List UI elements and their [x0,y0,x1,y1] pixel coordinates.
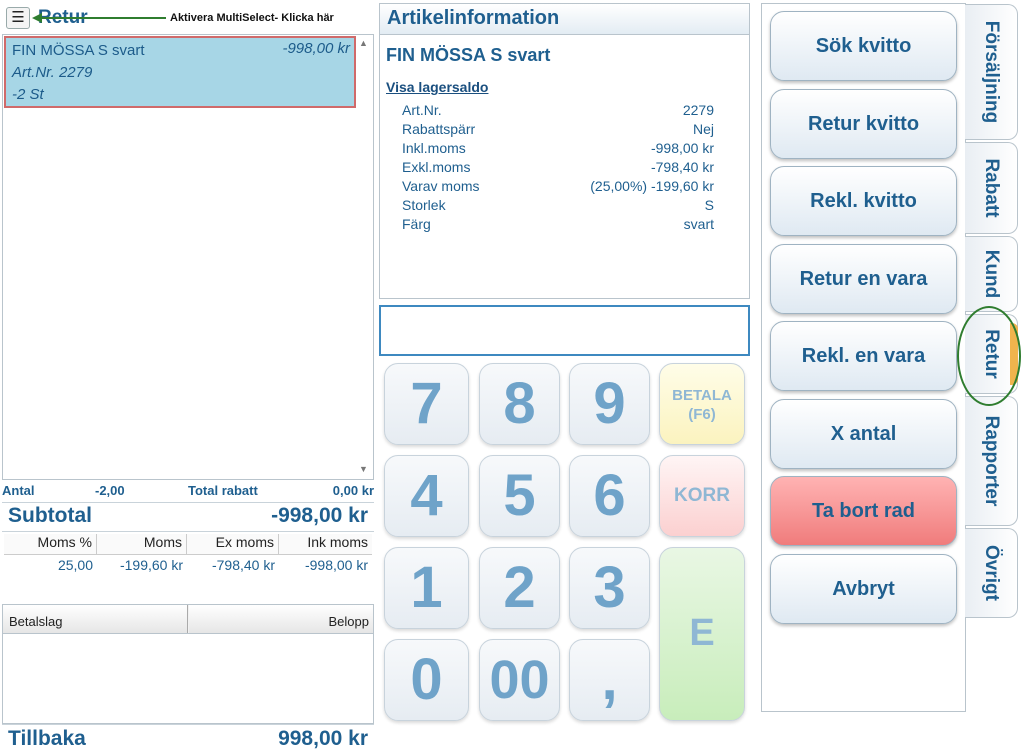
info-row: Inkl.moms -998,00 kr [402,140,714,159]
vat-header: Ink moms [279,534,372,555]
stock-link[interactable]: Visa lagersaldo [386,79,488,95]
info-row: Storlek S [402,197,714,216]
x-quantity-button[interactable]: X antal [770,399,957,469]
tab-reports[interactable]: Rapporter [965,396,1018,526]
info-row: Färg svart [402,216,714,235]
vat-table: Moms % Moms Ex moms Ink moms 25,00 -199,… [4,532,372,602]
change-row: Tillbaka 998,00 kr [2,724,374,756]
info-key: Färg [402,216,431,232]
cart-item-name: FIN MÖSSA S svart [12,42,145,59]
payment-type-header[interactable]: Betalslag [3,605,188,633]
cart-item-price: -998,00 kr [282,40,350,57]
list-icon: ☰ [11,9,25,26]
key-9[interactable]: 9 [569,363,650,445]
change-value: 998,00 kr [278,727,368,750]
info-row: Rabattspärr Nej [402,121,714,140]
tab-label: Försäljning [981,20,1002,124]
scroll-down-icon[interactable]: ▼ [359,464,368,474]
cart-scrollbar[interactable]: ▲ ▼ [357,36,372,478]
article-name: FIN MÖSSA S svart [386,45,551,65]
subtotal-label: Subtotal [8,504,92,527]
info-value: -998,00 kr [650,140,714,156]
claim-item-button[interactable]: Rekl. en vara [770,321,957,391]
info-key: Art.Nr. [402,102,442,118]
change-label: Tillbaka [8,727,86,750]
delete-row-button[interactable]: Ta bort rad [770,476,957,546]
key-3[interactable]: 3 [569,547,650,629]
info-row: Art.Nr. 2279 [402,102,714,121]
annotation-arrow-icon [32,13,166,23]
korr-button[interactable]: KORR [659,455,745,537]
cancel-button[interactable]: Avbryt [770,554,957,624]
cart-item-artnr: Art.Nr. 2279 [12,64,93,81]
key-00[interactable]: 00 [479,639,560,721]
info-key: Storlek [402,197,446,213]
vat-header: Ex moms [187,534,279,555]
key-2[interactable]: 2 [479,547,560,629]
vat-cell: -199,60 kr [119,557,183,573]
key-5[interactable]: 5 [479,455,560,537]
multiselect-button[interactable]: ☰ [6,7,30,29]
info-value: 2279 [682,102,714,118]
info-row: Varav moms (25,00%) -199,60 kr [402,178,714,197]
cart-row[interactable]: FIN MÖSSA S svart -998,00 kr Art.Nr. 227… [4,36,356,108]
search-receipt-button[interactable]: Sök kvitto [770,11,957,81]
claim-receipt-button[interactable]: Rekl. kvitto [770,166,957,236]
payment-amount-header[interactable]: Belopp [189,605,373,633]
multiselect-hint: Aktivera MultiSelect- Klicka här [170,12,334,24]
vat-header: Moms [97,534,187,555]
rabatt-label: Total rabatt [188,483,258,498]
vat-cell: -998,00 kr [304,557,368,573]
info-key: Exkl.moms [402,159,471,175]
annotation-ring [957,306,1021,406]
tab-label: Övrigt [981,545,1002,601]
tab-other[interactable]: Övrigt [965,528,1018,618]
tab-label: Kund [981,249,1002,299]
key-6[interactable]: 6 [569,455,650,537]
info-key: Varav moms [402,178,480,194]
rabatt-value: 0,00 kr [332,483,374,498]
info-value: (25,00%) -199,60 kr [590,178,714,194]
summary-row: Antal -2,00 Total rabatt 0,00 kr [2,482,374,500]
cart-item-qty: -2 St [12,86,44,103]
return-receipt-button[interactable]: Retur kvitto [770,89,957,159]
antal-label: Antal [2,483,35,498]
return-item-button[interactable]: Retur en vara [770,244,957,314]
antal-value: -2,00 [95,483,125,498]
payments-header: Betalslag Belopp [2,604,374,634]
subtotal-value: -998,00 kr [271,504,368,527]
article-info-title: Artikelinformation [387,7,560,29]
scroll-up-icon[interactable]: ▲ [359,38,368,48]
info-value: S [704,197,714,213]
info-key: Inkl.moms [402,140,466,156]
vat-cell: 25,00 [57,557,93,573]
info-value: svart [683,216,714,232]
tab-label: Rabatt [981,158,1002,218]
pay-button[interactable]: BETALA (F6) [659,363,745,445]
tab-discount[interactable]: Rabatt [965,142,1018,234]
key-1[interactable]: 1 [384,547,469,629]
key-8[interactable]: 8 [479,363,560,445]
article-info-header: Artikelinformation [379,3,750,35]
tab-label: Rapporter [981,415,1002,507]
subtotal-row: Subtotal -998,00 kr [2,502,374,532]
tab-customer[interactable]: Kund [965,236,1018,312]
tab-sales[interactable]: Försäljning [965,4,1018,140]
entry-field[interactable] [379,305,750,356]
info-row: Exkl.moms -798,40 kr [402,159,714,178]
vat-cell: -798,40 kr [211,557,275,573]
info-value: -798,40 kr [650,159,714,175]
key-4[interactable]: 4 [384,455,469,537]
info-value: Nej [692,121,714,137]
payments-list[interactable] [2,634,374,724]
enter-button[interactable]: E [659,547,745,721]
info-key: Rabattspärr [402,121,476,137]
key-7[interactable]: 7 [384,363,469,445]
key-comma[interactable]: , [569,639,650,721]
key-0[interactable]: 0 [384,639,469,721]
vat-header: Moms % [4,534,97,555]
